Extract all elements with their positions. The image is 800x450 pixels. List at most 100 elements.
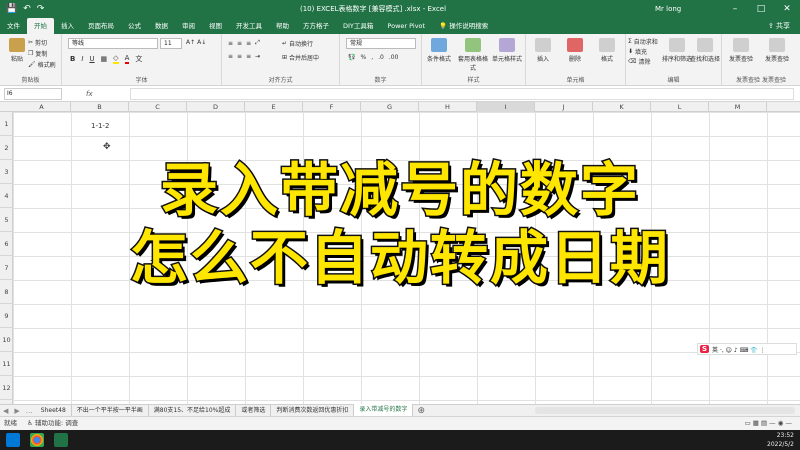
worksheet-grid[interactable]: A B C D E F G H I J K L M 1 2 3 4 5 6 7 …: [0, 102, 800, 404]
row-header[interactable]: 9: [0, 304, 13, 328]
column-header[interactable]: M: [709, 102, 767, 112]
sheet-tab[interactable]: 判断消费次数返回优惠折扣: [271, 404, 355, 417]
sheet-tab[interactable]: 满80支15、不足给10%超成: [149, 404, 237, 417]
tab-formulas[interactable]: 公式: [121, 18, 148, 34]
row-header[interactable]: 2: [0, 136, 13, 160]
sort-filter-button[interactable]: 排序和筛选: [662, 38, 692, 63]
sheet-next-icon[interactable]: ▶: [11, 407, 22, 415]
formula-input[interactable]: [130, 88, 794, 100]
tab-diy-toolbox[interactable]: DIY工具箱: [336, 18, 380, 34]
column-header[interactable]: F: [303, 102, 361, 112]
undo-icon[interactable]: ↶: [23, 0, 31, 18]
underline-icon[interactable]: U: [89, 55, 94, 63]
sheet-prev-icon[interactable]: ◀: [0, 407, 11, 415]
cell-b1[interactable]: 1-1-2: [91, 122, 109, 130]
sheet-tab[interactable]: Sheet48: [36, 404, 72, 417]
accessibility-status[interactable]: 辅助功能: 调查: [35, 419, 78, 427]
column-header[interactable]: E: [245, 102, 303, 112]
percent-icon[interactable]: %: [360, 54, 366, 61]
column-header-selected[interactable]: I: [477, 102, 535, 112]
currency-icon[interactable]: 💱: [348, 54, 355, 61]
column-header[interactable]: J: [535, 102, 593, 112]
align-top-icon[interactable]: ≡: [228, 40, 233, 47]
system-tray[interactable]: 23:52 2022/5/2: [767, 431, 794, 449]
tab-help[interactable]: 帮助: [269, 18, 296, 34]
format-as-table-button[interactable]: 套用表格格式: [458, 38, 488, 72]
cell-styles-button[interactable]: 单元格样式: [492, 38, 522, 63]
align-right-icon[interactable]: ≡: [246, 53, 251, 60]
font-name-select[interactable]: 等线: [68, 38, 158, 49]
name-box[interactable]: I6: [4, 88, 62, 100]
tab-file[interactable]: 文件: [0, 18, 27, 34]
comma-icon[interactable]: ,: [371, 54, 373, 61]
font-size-select[interactable]: 11: [160, 38, 182, 49]
user-name[interactable]: Mr long: [655, 0, 681, 18]
accessibility-icon[interactable]: ♿: [19, 419, 33, 427]
row-header[interactable]: 10: [0, 328, 13, 352]
align-left-icon[interactable]: ≡: [228, 53, 233, 60]
redo-icon[interactable]: ↷: [37, 0, 45, 18]
tab-review[interactable]: 审阅: [175, 18, 202, 34]
row-header[interactable]: 12: [0, 376, 13, 400]
column-header[interactable]: B: [71, 102, 129, 112]
ime-toolbar[interactable]: S 英 ·, ☺ ♪ ⌨ 👕 ⋮: [697, 343, 797, 355]
invoice-check-button-2[interactable]: 发票查验: [762, 38, 792, 63]
font-size-adjust[interactable]: A↑ A↓: [186, 39, 206, 46]
sheet-tab[interactable]: 不出一个平半按一平半画: [72, 404, 149, 417]
tab-home[interactable]: 开始: [27, 18, 54, 34]
tab-fangfanggezi[interactable]: 方方格子: [296, 18, 336, 34]
align-middle-icon[interactable]: ≡: [237, 40, 242, 47]
close-icon[interactable]: ✕: [774, 0, 800, 18]
autosum-button[interactable]: Σ 自动求和: [628, 37, 658, 46]
bold-icon[interactable]: B: [70, 55, 75, 63]
tab-view[interactable]: 视图: [202, 18, 229, 34]
row-header[interactable]: 11: [0, 352, 13, 376]
italic-icon[interactable]: I: [81, 55, 83, 63]
sheet-more-icon[interactable]: …: [23, 407, 36, 415]
row-header[interactable]: 1: [0, 112, 13, 136]
maximize-icon[interactable]: □: [748, 0, 774, 18]
fill-button[interactable]: ⬇ 填充: [628, 47, 647, 56]
font-color-icon[interactable]: A: [124, 54, 130, 64]
minimize-icon[interactable]: –: [722, 0, 748, 18]
phonetic-icon[interactable]: 文: [135, 54, 142, 64]
border-icon[interactable]: ▦: [101, 55, 108, 63]
cut-button[interactable]: ✂ 剪切: [28, 38, 47, 47]
tab-insert[interactable]: 插入: [54, 18, 81, 34]
excel-taskbar-icon[interactable]: [54, 433, 68, 447]
fill-color-icon[interactable]: ◇: [113, 54, 119, 64]
tell-me-search[interactable]: 💡 操作说明搜索: [432, 18, 495, 34]
increase-decimal-icon[interactable]: .0: [378, 54, 384, 61]
column-header[interactable]: H: [419, 102, 477, 112]
windows-start-icon[interactable]: [6, 433, 20, 447]
format-painter-button[interactable]: 🖌 格式刷: [28, 60, 56, 69]
sheet-tab[interactable]: 或者筛选: [236, 404, 272, 417]
tab-data[interactable]: 数据: [148, 18, 175, 34]
column-header[interactable]: D: [187, 102, 245, 112]
format-cells-button[interactable]: 格式: [592, 38, 622, 63]
add-sheet-icon[interactable]: ⊕: [413, 406, 429, 416]
fx-icon[interactable]: fx: [86, 88, 93, 100]
column-header[interactable]: G: [361, 102, 419, 112]
tab-page-layout[interactable]: 页面布局: [81, 18, 121, 34]
conditional-format-button[interactable]: 条件格式: [424, 38, 454, 63]
tab-developer[interactable]: 开发工具: [229, 18, 269, 34]
copy-button[interactable]: ❐ 复制: [28, 49, 47, 58]
column-header[interactable]: K: [593, 102, 651, 112]
delete-cells-button[interactable]: 删除: [560, 38, 590, 63]
number-format-select[interactable]: 常规: [346, 38, 416, 49]
tab-power-pivot[interactable]: Power Pivot: [380, 18, 432, 34]
column-header[interactable]: L: [651, 102, 709, 112]
wrap-text-button[interactable]: ↵ 自动换行: [282, 39, 313, 48]
invoice-check-button-1[interactable]: 发票查验: [726, 38, 756, 63]
chrome-icon[interactable]: [30, 433, 44, 447]
clear-button[interactable]: ⌫ 清除: [628, 57, 651, 66]
save-icon[interactable]: 💾: [6, 0, 17, 18]
indent-icon[interactable]: ⇥: [255, 53, 260, 60]
orientation-icon[interactable]: ⤢: [255, 39, 260, 47]
insert-cells-button[interactable]: 插入: [528, 38, 558, 63]
zoom-slider[interactable]: ▭ ▦ ▤ — ◉ —: [745, 417, 792, 430]
decrease-decimal-icon[interactable]: .00: [389, 54, 399, 61]
horizontal-scrollbar[interactable]: [535, 407, 795, 414]
align-center-icon[interactable]: ≡: [237, 53, 242, 60]
